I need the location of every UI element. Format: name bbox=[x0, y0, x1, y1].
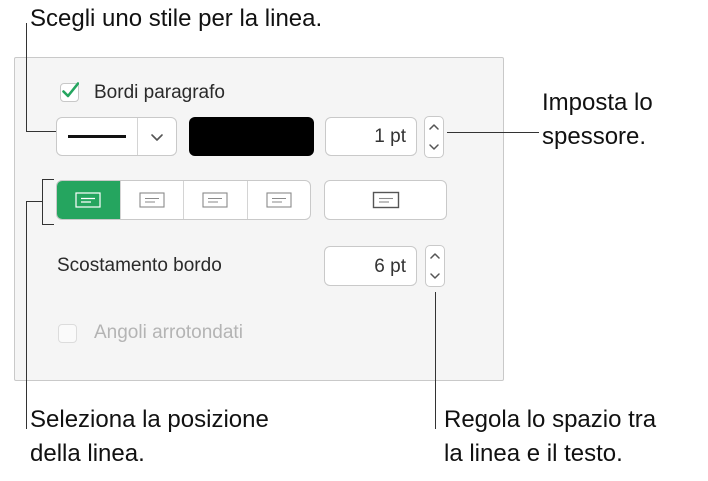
border-position-top-bottom[interactable] bbox=[183, 181, 247, 219]
callout-line-style-leader bbox=[26, 23, 27, 131]
border-position-segmented[interactable] bbox=[56, 180, 311, 220]
solid-line-icon bbox=[68, 135, 126, 138]
thickness-stepper[interactable] bbox=[424, 116, 444, 158]
line-style-popup[interactable] bbox=[56, 117, 177, 156]
line-style-dropdown[interactable] bbox=[138, 118, 176, 155]
border-box-icon bbox=[372, 191, 399, 209]
line-color-well[interactable] bbox=[189, 117, 314, 156]
border-offset-stepper[interactable] bbox=[425, 245, 445, 287]
border-left-right-icon bbox=[266, 192, 292, 208]
position-bracket-bottom bbox=[42, 224, 54, 225]
border-offset-decrement[interactable] bbox=[426, 266, 444, 286]
callout-spacing-leader bbox=[435, 292, 436, 429]
border-position-top[interactable] bbox=[57, 181, 120, 219]
rounded-corners-label: Angoli arrotondati bbox=[94, 322, 243, 343]
border-bottom-icon bbox=[139, 192, 165, 208]
paragraph-borders-label: Bordi paragrafo bbox=[94, 82, 225, 103]
border-offset-label: Scostamento bordo bbox=[57, 255, 222, 276]
border-top-icon bbox=[75, 192, 101, 208]
border-offset-increment[interactable] bbox=[426, 246, 444, 266]
thickness-increment[interactable] bbox=[425, 117, 443, 137]
callout-thickness-leader bbox=[447, 132, 539, 133]
position-bracket bbox=[42, 179, 43, 225]
paragraph-borders-checkbox[interactable] bbox=[60, 82, 79, 102]
thickness-value: 1 pt bbox=[374, 126, 406, 147]
chevron-down-icon bbox=[151, 133, 163, 141]
chevron-down-icon bbox=[430, 273, 440, 279]
callout-position-2: della linea. bbox=[30, 440, 145, 467]
border-offset-field[interactable]: 6 pt bbox=[324, 246, 417, 286]
thickness-field[interactable]: 1 pt bbox=[325, 117, 417, 156]
rounded-corners-checkbox bbox=[58, 324, 77, 343]
callout-position-1: Seleziona la posizione bbox=[30, 406, 269, 433]
chevron-up-icon bbox=[430, 253, 440, 259]
line-style-preview bbox=[57, 118, 138, 155]
border-position-left-right[interactable] bbox=[246, 181, 311, 219]
border-top-bottom-icon bbox=[202, 192, 228, 208]
callout-spacing-2: la linea e il testo. bbox=[444, 440, 623, 467]
callout-spacing-1: Regola lo spazio tra bbox=[444, 406, 657, 433]
callout-line-style: Scegli uno stile per la linea. bbox=[30, 5, 323, 32]
callout-thickness-2: spessore. bbox=[542, 123, 647, 150]
position-bracket-top bbox=[42, 179, 54, 180]
border-offset-value: 6 pt bbox=[374, 256, 406, 277]
callout-line-style-leader-h bbox=[26, 131, 56, 132]
thickness-decrement[interactable] bbox=[425, 137, 443, 157]
chevron-down-icon bbox=[429, 144, 439, 150]
callout-position-leader-h bbox=[26, 201, 43, 202]
border-position-bottom[interactable] bbox=[119, 181, 184, 219]
callout-thickness-1: Imposta lo bbox=[542, 89, 653, 116]
callout-position-leader-v bbox=[26, 201, 27, 429]
border-position-box-button[interactable] bbox=[324, 180, 447, 220]
checkmark-icon bbox=[62, 82, 79, 98]
chevron-up-icon bbox=[429, 124, 439, 130]
